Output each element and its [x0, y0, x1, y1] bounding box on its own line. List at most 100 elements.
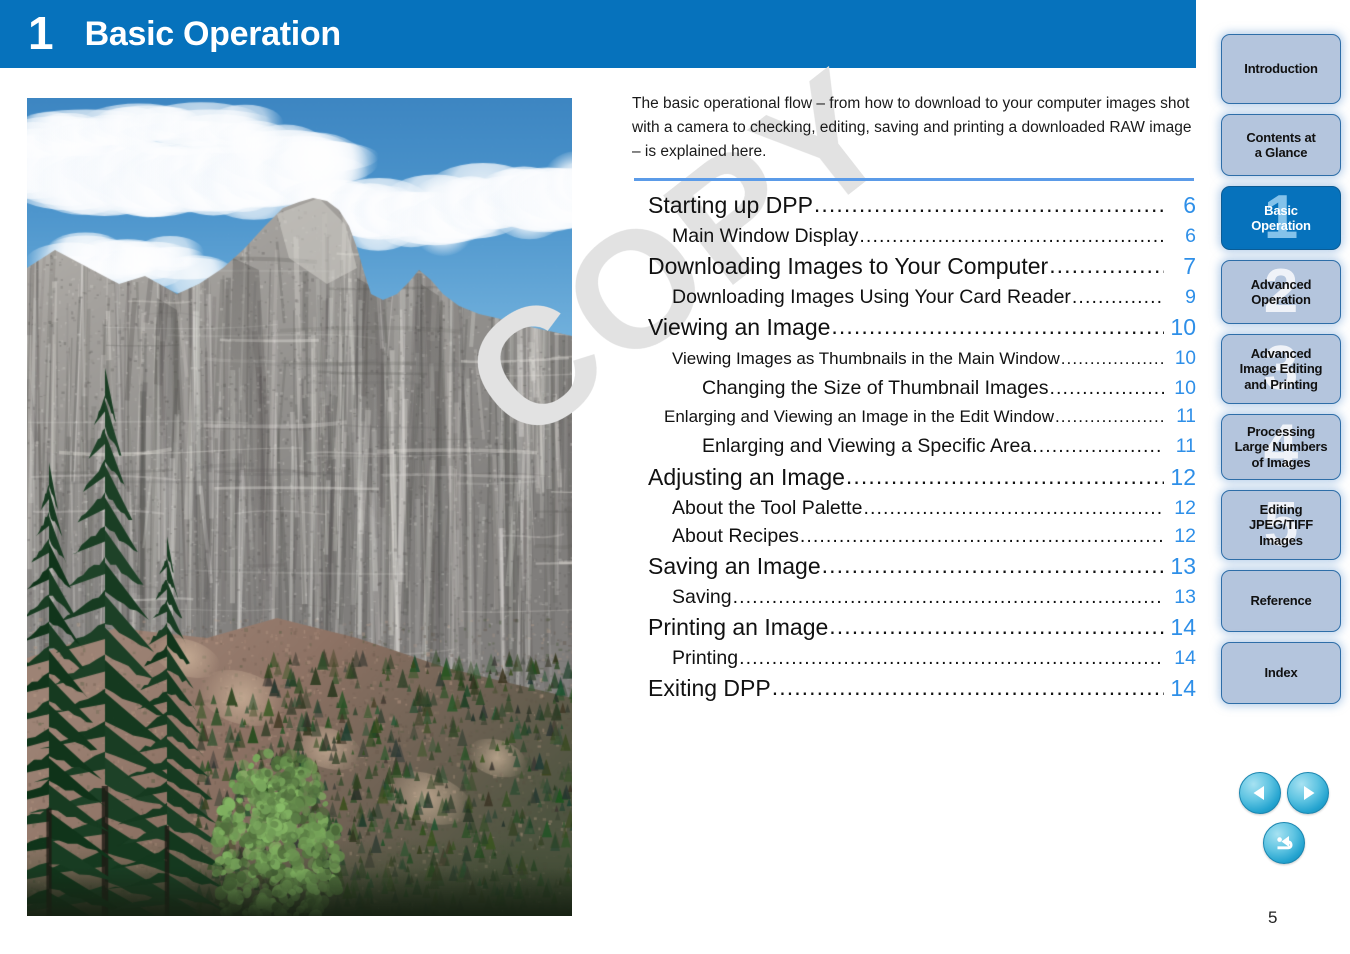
- previous-page-button[interactable]: [1239, 772, 1281, 814]
- chapter-header-bar: 1 Basic Operation: [0, 0, 1196, 68]
- toc-leader-dots: ........................................…: [863, 496, 1164, 519]
- toc-entry[interactable]: Adjusting an Image......................…: [634, 461, 1196, 494]
- toc-entry-page: 6: [1185, 224, 1196, 247]
- toc-entry-page: 14: [1170, 614, 1196, 641]
- toc-entry-label: Changing the Size of Thumbnail Images: [702, 377, 1049, 400]
- toc-entry[interactable]: Saving an Image.........................…: [634, 550, 1196, 583]
- toc-entry-page: 10: [1170, 314, 1196, 341]
- return-to-previous-button[interactable]: [1263, 822, 1305, 864]
- toc-entry-page: 9: [1185, 286, 1196, 309]
- toc-entry-label: Enlarging and Viewing an Image in the Ed…: [664, 407, 1054, 427]
- sidebar-item-label: Advanced Operation: [1250, 276, 1312, 307]
- toc-entry[interactable]: Viewing Images as Thumbnails in the Main…: [634, 344, 1196, 374]
- sidebar-item-label: Basic Operation: [1251, 202, 1311, 233]
- toc-entry[interactable]: Starting up DPP.........................…: [634, 189, 1196, 222]
- toc-leader-dots: ........................................…: [1071, 286, 1164, 309]
- toc-entry-label: Printing: [672, 647, 739, 670]
- intro-paragraph: The basic operational flow – from how to…: [632, 95, 1192, 161]
- toc-leader-dots: ........................................…: [859, 224, 1164, 247]
- toc-entry-label: About the Tool Palette: [672, 496, 863, 519]
- sidebar-item-index[interactable]: Index: [1221, 642, 1341, 704]
- toc-entry[interactable]: About the Tool Palette..................…: [634, 494, 1196, 522]
- table-of-contents: Starting up DPP.........................…: [634, 189, 1196, 705]
- toc-entry-label: Printing an Image: [648, 614, 829, 641]
- toc-entry-label: Saving: [672, 586, 732, 608]
- toc-entry[interactable]: Viewing an Image........................…: [634, 311, 1196, 344]
- chapter-number: 1: [28, 7, 54, 59]
- toc-entry-page: 10: [1174, 348, 1196, 370]
- toc-entry-page: 11: [1176, 406, 1196, 428]
- sidebar-item-label: Introduction: [1244, 61, 1318, 77]
- toc-leader-dots: ........................................…: [821, 552, 1164, 579]
- toc-entry[interactable]: Exiting DPP.............................…: [634, 672, 1196, 705]
- toc-leader-dots: ........................................…: [1032, 435, 1164, 458]
- sidebar-item-label: Editing JPEG/TIFF Images: [1249, 502, 1313, 548]
- sidebar-item-contents-at-a-glance[interactable]: Contents at a Glance: [1221, 114, 1341, 176]
- toc-entry-page: 14: [1170, 675, 1196, 702]
- toc-entry-label: Saving an Image: [648, 553, 821, 580]
- sidebar-item-label: Advanced Image Editing and Printing: [1239, 346, 1323, 392]
- toc-entry-label: Downloading Images to Your Computer: [648, 253, 1049, 280]
- toc-leader-dots: ........................................…: [1049, 252, 1164, 279]
- next-page-button[interactable]: [1287, 772, 1329, 814]
- toc-entry-page: 12: [1170, 463, 1196, 490]
- toc-entry-label: Downloading Images Using Your Card Reade…: [672, 286, 1071, 309]
- triangle-left-icon: [1253, 786, 1264, 800]
- sidebar-item-label: Index: [1264, 665, 1298, 681]
- toc-entry[interactable]: Enlarging and Viewing a Specific Area...…: [634, 432, 1196, 460]
- toc-entry-label: Exiting DPP: [648, 675, 771, 702]
- mountain-landscape-photo: [27, 98, 572, 916]
- toc-entry-page: 12: [1174, 496, 1196, 519]
- page-title: Basic Operation: [84, 14, 342, 53]
- toc-leader-dots: ........................................…: [829, 613, 1164, 640]
- toc-leader-dots: ........................................…: [1054, 407, 1164, 427]
- toc-leader-dots: ........................................…: [831, 313, 1164, 340]
- toc-entry[interactable]: Downloading Images to Your Computer.....…: [634, 250, 1196, 283]
- photo-canvas: [27, 98, 572, 916]
- sidebar-item-label: Contents at a Glance: [1246, 129, 1316, 160]
- toc-entry[interactable]: Downloading Images Using Your Card Reade…: [634, 283, 1196, 311]
- toc-entry[interactable]: Enlarging and Viewing an Image in the Ed…: [634, 402, 1196, 432]
- toc-entry[interactable]: Saving..................................…: [634, 583, 1196, 611]
- nav-arrow-row: [1234, 772, 1334, 814]
- toc-entry-page: 14: [1174, 647, 1196, 670]
- toc-leader-dots: ........................................…: [739, 647, 1164, 670]
- sidebar-item-reference[interactable]: Reference: [1221, 570, 1341, 632]
- toc-entry[interactable]: Main Window Display.....................…: [634, 222, 1196, 250]
- sidebar-item-advanced-image-editing-and-printing[interactable]: 3 Advanced Image Editing and Printing: [1221, 334, 1341, 404]
- toc-entry-label: Viewing an Image: [648, 314, 831, 341]
- page-number: 5: [1268, 908, 1278, 927]
- sidebar-item-editing-jpeg-tiff-images[interactable]: 5 Editing JPEG/TIFF Images: [1221, 490, 1341, 560]
- toc-entry-page: 11: [1175, 435, 1196, 458]
- toc-entry[interactable]: About Recipes...........................…: [634, 522, 1196, 550]
- sidebar-item-basic-operation[interactable]: 1 Basic Operation: [1221, 186, 1341, 250]
- toc-leader-dots: ........................................…: [1060, 349, 1164, 369]
- toc-entry-label: About Recipes: [672, 524, 799, 547]
- toc-entry-page: 13: [1174, 586, 1196, 608]
- toc-entry-page: 13: [1170, 553, 1196, 580]
- toc-entry[interactable]: Printing an Image.......................…: [634, 611, 1196, 644]
- chapter-sidebar-nav: Introduction Contents at a Glance 1 Basic Ope…: [1221, 34, 1341, 714]
- toc-leader-dots: ........................................…: [1049, 377, 1164, 400]
- toc-leader-dots: ........................................…: [771, 674, 1164, 701]
- toc-leader-dots: ........................................…: [732, 586, 1164, 608]
- toc-leader-dots: ........................................…: [799, 524, 1164, 547]
- sidebar-item-advanced-operation[interactable]: 2 Advanced Operation: [1221, 260, 1341, 324]
- toc-divider: [634, 178, 1194, 181]
- intro-block: The basic operational flow – from how to…: [632, 92, 1194, 164]
- toc-entry[interactable]: Changing the Size of Thumbnail Images...…: [634, 374, 1196, 402]
- toc-entry[interactable]: Printing................................…: [634, 644, 1196, 672]
- triangle-right-icon: [1304, 786, 1315, 800]
- toc-entry-page: 6: [1183, 192, 1196, 218]
- toc-entry-page: 12: [1174, 524, 1196, 547]
- toc-entry-label: Starting up DPP: [648, 192, 813, 218]
- nav-return-row: [1234, 822, 1334, 864]
- toc-entry-label: Enlarging and Viewing a Specific Area: [702, 435, 1032, 458]
- sidebar-item-label: Reference: [1250, 593, 1312, 609]
- toc-leader-dots: ........................................…: [813, 191, 1164, 217]
- sidebar-item-processing-large-numbers-of-images[interactable]: 4 Processing Large Numbers of Images: [1221, 414, 1341, 480]
- toc-leader-dots: ........................................…: [845, 462, 1164, 489]
- sidebar-item-introduction[interactable]: Introduction: [1221, 34, 1341, 104]
- toc-entry-label: Adjusting an Image: [648, 463, 845, 490]
- sidebar-item-label: Processing Large Numbers of Images: [1234, 424, 1328, 470]
